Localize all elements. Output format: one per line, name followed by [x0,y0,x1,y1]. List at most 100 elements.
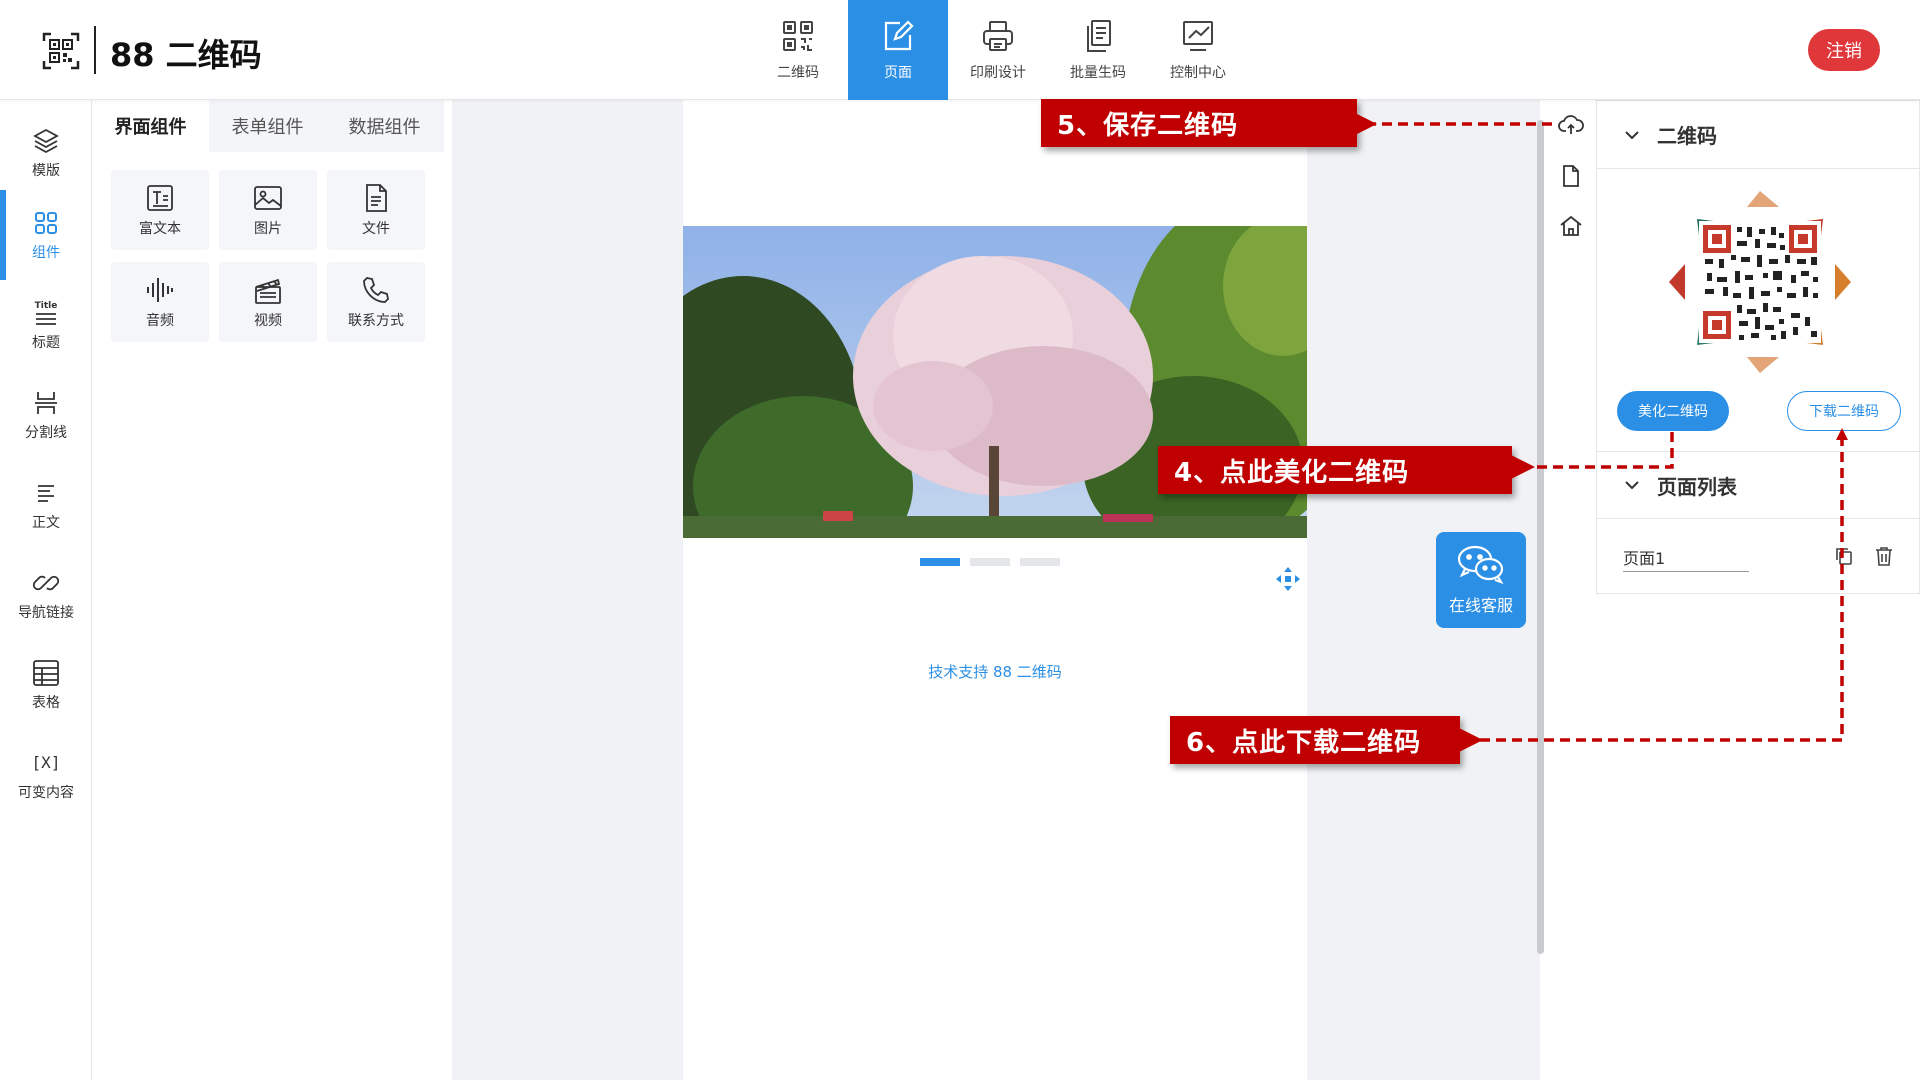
nav-page[interactable]: 页面 [848,0,948,100]
component-label: 图片 [254,221,282,237]
documents-icon [1087,20,1111,52]
annotation-save: 5、保存二维码 [1041,99,1357,147]
carousel-dot[interactable] [970,558,1010,566]
download-qrcode-button[interactable]: 下载二维码 [1787,391,1901,431]
link-icon [32,575,60,591]
component-video[interactable]: 视频 [219,262,317,342]
sidebar-item-variable[interactable]: [X] 可变内容 [0,730,92,820]
component-label: 联系方式 [348,313,404,329]
trash-icon[interactable] [1873,545,1895,567]
top-bar: 88 二维码 二维码 页面 印刷设计 批量生码 控制中心 注销 [0,0,1920,100]
component-file[interactable]: 文件 [327,170,425,250]
component-label: 音频 [146,313,174,329]
carousel-dot[interactable] [1020,558,1060,566]
sidebar-item-body-text[interactable]: 正文 [0,460,92,550]
nav-print-design[interactable]: 印刷设计 [948,0,1048,100]
support-text[interactable]: 技术支持 88 二维码 [683,661,1307,682]
paragraph-icon [38,485,54,502]
online-service-label: 在线客服 [1448,596,1513,615]
chevron-down-icon [1625,130,1639,139]
wechat-icon [1457,545,1504,584]
title-icon: Title [35,301,58,325]
sidebar-item-label: 标题 [32,335,60,351]
nav-label: 印刷设计 [970,65,1026,81]
edit-icon [884,20,914,51]
annotation-download: 6、点此下载二维码 [1170,716,1460,764]
save-cloud-icon[interactable] [1558,112,1584,138]
home-icon[interactable] [1558,213,1584,239]
audio-icon [147,278,173,302]
nav-qrcode[interactable]: 二维码 [748,0,848,100]
nav-label: 控制中心 [1170,65,1226,81]
online-service-button[interactable]: 在线客服 [1436,532,1526,628]
nav-control-center[interactable]: 控制中心 [1148,0,1248,100]
page-name[interactable]: 页面1 [1623,545,1749,572]
carousel-dot[interactable] [920,558,960,566]
chevron-down-icon [1625,481,1639,490]
grid-icon [35,212,57,234]
svg-text:Title: Title [35,301,58,311]
component-label: 富文本 [139,221,181,237]
table-icon [33,660,59,686]
sidebar-item-title[interactable]: Title 标题 [0,280,92,370]
divider-icon [35,392,57,414]
sidebar-item-components[interactable]: 组件 [0,190,92,280]
qr-section-header[interactable]: 二维码 [1597,101,1919,169]
main-nav: 二维码 页面 印刷设计 批量生码 控制中心 [748,0,1248,100]
sidebar-item-label: 正文 [32,515,60,531]
tab-ui-components[interactable]: 界面组件 [92,100,209,152]
app-title: 88 二维码 [110,36,262,74]
qrcode-preview [1669,191,1851,373]
page-list-item[interactable]: 页面1 [1597,521,1919,593]
sidebar-item-templates[interactable]: 模版 [0,108,92,198]
component-image[interactable]: 图片 [219,170,317,250]
component-contact[interactable]: 联系方式 [327,262,425,342]
canvas-scrollbar[interactable] [1537,120,1544,954]
component-richtext[interactable]: 富文本 [111,170,209,250]
nav-label: 二维码 [777,65,819,81]
chart-icon [1183,21,1213,51]
sidebar-item-label: 分割线 [25,425,67,441]
sidebar-item-table[interactable]: 表格 [0,640,92,730]
file-icon [366,184,387,212]
component-label: 视频 [254,313,282,329]
right-panel: 二维码 美化二维码 下载二维码 页面列表 页面1 [1596,100,1920,594]
nav-batch-generate[interactable]: 批量生码 [1048,0,1148,100]
section-title: 二维码 [1657,124,1717,148]
logo-divider [94,26,96,74]
video-icon [255,278,281,304]
sidebar-item-label: 导航链接 [18,605,74,621]
nav-label: 页面 [884,65,912,81]
qrcode-icon [783,21,813,51]
tab-form-components[interactable]: 表单组件 [209,100,326,152]
carousel-dots [920,558,1060,566]
annotation-beautify: 4、点此美化二维码 [1158,446,1512,494]
document-icon[interactable] [1558,163,1584,189]
page-list-header[interactable]: 页面列表 [1597,451,1919,519]
sidebar-item-label: 可变内容 [18,785,74,801]
sidebar-item-label: 组件 [32,245,60,261]
component-panel: 界面组件 表单组件 数据组件 富文本 图片 文件 音频 视频 联系方式 [92,100,452,1080]
component-label: 文件 [362,221,390,237]
variable-icon: [X] [32,753,61,772]
svg-text:[X]: [X] [32,753,61,772]
beautify-qrcode-button[interactable]: 美化二维码 [1617,391,1729,431]
sidebar-item-label: 表格 [32,695,60,711]
image-icon [254,186,282,210]
component-tabs: 界面组件 表单组件 数据组件 [92,100,444,152]
sidebar-item-nav-link[interactable]: 导航链接 [0,550,92,640]
copy-icon[interactable] [1833,545,1855,567]
richtext-icon [147,185,173,211]
phone-icon [363,277,389,303]
section-title: 页面列表 [1657,474,1737,499]
move-icon[interactable] [1274,565,1302,593]
sidebar-item-label: 模版 [32,163,60,179]
logout-button[interactable]: 注销 [1808,29,1880,71]
layers-icon [33,128,59,154]
qrcode-logo-icon [42,32,80,70]
left-sidebar: 模版 组件 Title 标题 分割线 正文 导航链接 表格 [X] 可变内容 [0,100,92,1080]
sidebar-item-divider[interactable]: 分割线 [0,370,92,460]
tab-data-components[interactable]: 数据组件 [326,100,443,152]
nav-label: 批量生码 [1070,65,1126,81]
component-audio[interactable]: 音频 [111,262,209,342]
